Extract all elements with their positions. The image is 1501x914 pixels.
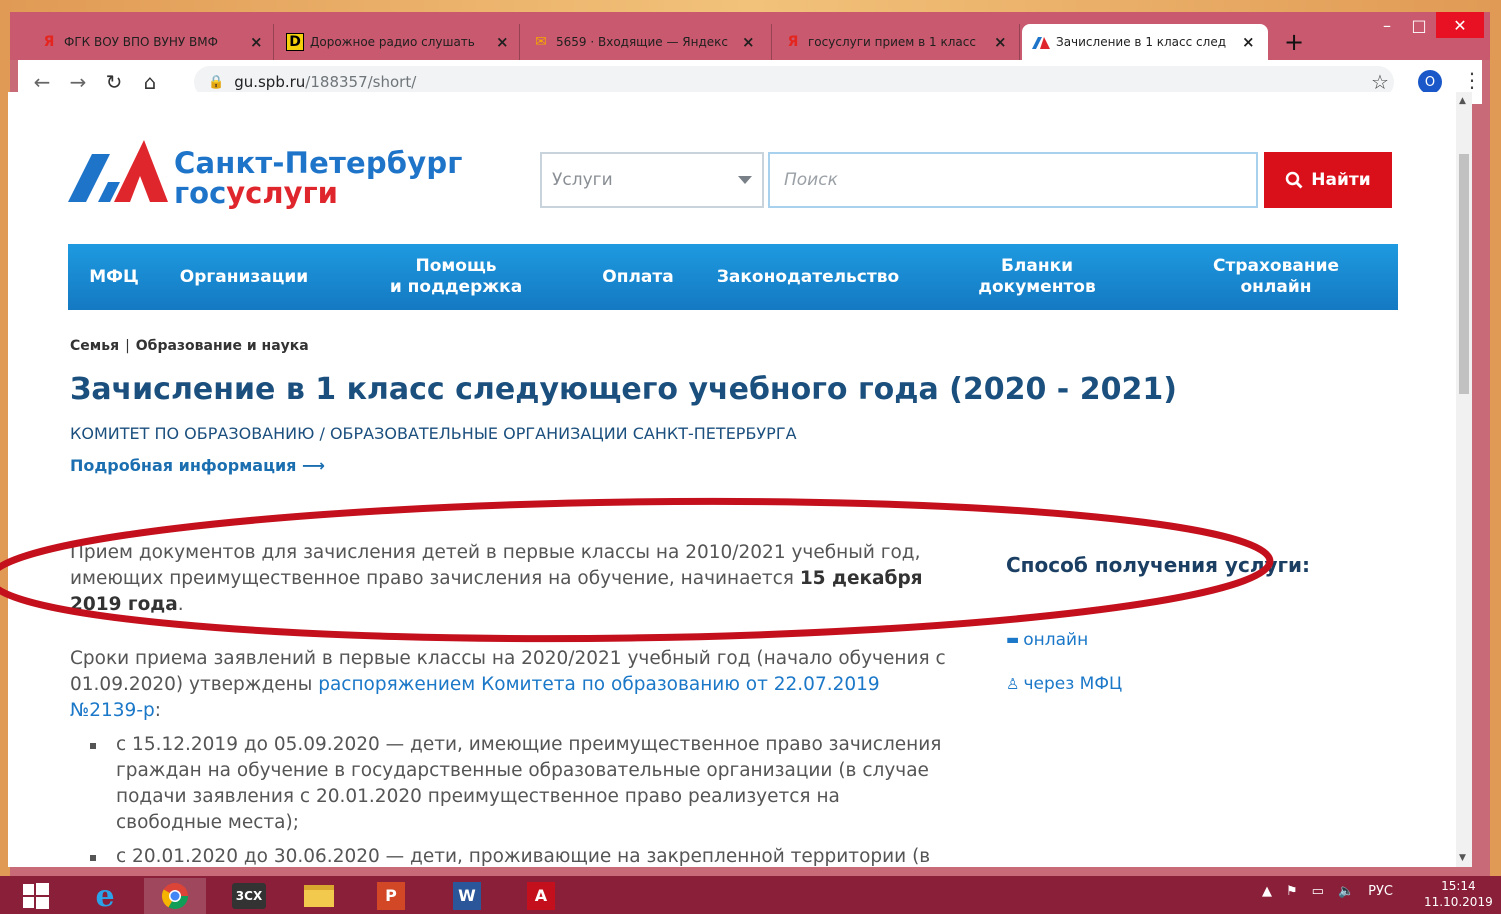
profile-avatar[interactable]: O: [1418, 70, 1442, 94]
powerpoint-icon[interactable]: P: [360, 878, 422, 914]
list-item: с 15.12.2019 до 05.09.2020 — дети, имеющ…: [70, 732, 950, 836]
search-button[interactable]: Найти: [1264, 152, 1392, 208]
tab-title: Зачисление в 1 класс след: [1056, 35, 1226, 49]
volume-icon[interactable]: 🔈: [1338, 884, 1354, 899]
nav-item-forms[interactable]: Бланки документов: [962, 256, 1112, 298]
3cx-icon[interactable]: 3CX: [218, 878, 280, 914]
tab-title: госуслуги прием в 1 класс: [808, 35, 976, 49]
arrow-right-icon: ⟶: [302, 456, 325, 475]
method-mfc-link[interactable]: ♙ через МФЦ: [1006, 674, 1122, 694]
dorozhnoe-radio-icon: D: [286, 33, 304, 51]
more-info-link[interactable]: Подробная информация ⟶: [70, 456, 325, 475]
tab-5-active[interactable]: Зачисление в 1 класс след ×: [1022, 24, 1268, 60]
close-icon[interactable]: ×: [1242, 33, 1255, 51]
tab-1[interactable]: Я ФГК ВОУ ВПО ВУНУ ВМФ ×: [30, 24, 274, 60]
tab-3[interactable]: ✉ 5659 · Входящие — Яндекс ×: [522, 24, 772, 60]
chevron-up-icon[interactable]: ▲: [1262, 884, 1272, 899]
menu-kebab-icon[interactable]: ⋮: [1462, 68, 1482, 92]
nav-item-organizations[interactable]: Организации: [172, 267, 316, 288]
service-category-select[interactable]: Услуги: [540, 152, 764, 208]
new-tab-button[interactable]: +: [1284, 28, 1304, 56]
language-indicator[interactable]: РУС: [1368, 884, 1393, 899]
search-input[interactable]: Поиск: [768, 152, 1258, 208]
action-center-flag-icon[interactable]: ⚑: [1286, 884, 1298, 899]
service-select-value: Услуги: [552, 170, 613, 190]
windows-start-icon[interactable]: [8, 878, 64, 914]
acrobat-icon[interactable]: A: [510, 878, 572, 914]
breadcrumb-family[interactable]: Семья: [70, 338, 119, 354]
list-item: с 20.01.2020 до 30.06.2020 — дети, прожи…: [70, 844, 950, 867]
clock[interactable]: 15:14 11.10.2019: [1424, 878, 1493, 910]
search-button-label: Найти: [1311, 170, 1371, 190]
gosuslugi-icon: [1032, 33, 1050, 51]
maximize-icon[interactable]: □: [1404, 12, 1434, 38]
url-host: gu.spb.ru: [234, 73, 306, 91]
nav-item-mfc[interactable]: МФЦ: [82, 267, 146, 288]
chrome-icon[interactable]: [144, 878, 206, 914]
search-icon: [1286, 171, 1303, 189]
back-icon[interactable]: ←: [24, 70, 60, 94]
close-icon[interactable]: ×: [742, 33, 755, 51]
minimize-icon[interactable]: –: [1372, 12, 1402, 38]
breadcrumb: Семья | Образование и наука: [70, 338, 309, 354]
close-icon[interactable]: ×: [994, 33, 1007, 51]
url-path: /188357/short/: [305, 73, 417, 91]
home-icon[interactable]: ⌂: [132, 70, 168, 94]
nav-item-legislation[interactable]: Законодательство: [708, 267, 908, 288]
annotation-ellipse: [0, 497, 1274, 643]
logo-title: Санкт-Петербург: [174, 146, 463, 180]
yandex-icon: Я: [43, 34, 55, 50]
nav-item-payment[interactable]: Оплата: [596, 267, 680, 288]
page-viewport: Санкт-Петербург госуслуги Услуги Поиск Н…: [8, 92, 1456, 867]
tab-title: 5659 · Входящие — Яндекс: [556, 35, 728, 49]
bookmark-star-icon[interactable]: ☆: [1371, 70, 1389, 94]
tab-strip: Я ФГК ВОУ ВПО ВУНУ ВМФ × D Дорожное ради…: [10, 12, 1490, 60]
page-scrollbar[interactable]: ▲ ▼: [1456, 92, 1472, 867]
close-window-icon[interactable]: ✕: [1436, 12, 1484, 38]
yandex-mail-icon: ✉: [535, 34, 547, 50]
scroll-thumb[interactable]: [1459, 154, 1469, 394]
lock-icon: 🔒: [208, 74, 225, 90]
tab-2[interactable]: D Дорожное радио слушать ×: [276, 24, 520, 60]
tab-4[interactable]: Я госуслуги прием в 1 класс ×: [774, 24, 1020, 60]
close-icon[interactable]: ×: [496, 33, 509, 51]
tab-title: Дорожное радио слушать: [310, 35, 475, 49]
network-icon[interactable]: ▭: [1312, 884, 1324, 899]
gosuslugi-logo-icon: [68, 140, 168, 202]
main-navigation: МФЦ Организации Помощь и поддержка Оплат…: [68, 244, 1398, 310]
windows-taskbar: e 3CX P W A ▲ ⚑ ▭ 🔈 РУС 15:14 11.10.2019: [0, 876, 1501, 914]
yandex-icon: Я: [787, 34, 799, 50]
site-logo[interactable]: Санкт-Петербург госуслуги: [68, 138, 468, 210]
department-name[interactable]: КОМИТЕТ ПО ОБРАЗОВАНИЮ / ОБРАЗОВАТЕЛЬНЫЕ…: [70, 424, 797, 443]
reload-icon[interactable]: ↻: [96, 70, 132, 94]
person-icon: ♙: [1006, 675, 1020, 693]
breadcrumb-education[interactable]: Образование и наука: [136, 338, 309, 354]
file-explorer-icon[interactable]: [288, 878, 350, 914]
close-icon[interactable]: ×: [250, 33, 263, 51]
deadlines-list: с 15.12.2019 до 05.09.2020 — дети, имеющ…: [70, 732, 950, 867]
word-icon[interactable]: W: [436, 878, 498, 914]
system-tray: ▲ ⚑ ▭ 🔈 РУС: [1262, 884, 1393, 899]
scroll-down-icon[interactable]: ▼: [1459, 853, 1466, 863]
internet-explorer-icon[interactable]: e: [74, 878, 136, 914]
chevron-down-icon: [738, 176, 752, 184]
forward-icon[interactable]: →: [60, 70, 96, 94]
nav-item-help[interactable]: Помощь и поддержка: [376, 256, 536, 298]
logo-subtitle: госуслуги: [174, 176, 338, 210]
tab-title: ФГК ВОУ ВПО ВУНУ ВМФ: [64, 35, 218, 49]
scroll-up-icon[interactable]: ▲: [1459, 96, 1466, 106]
nav-item-insurance[interactable]: Страхование онлайн: [1194, 256, 1358, 298]
page-title: Зачисление в 1 класс следующего учебного…: [70, 372, 1177, 407]
